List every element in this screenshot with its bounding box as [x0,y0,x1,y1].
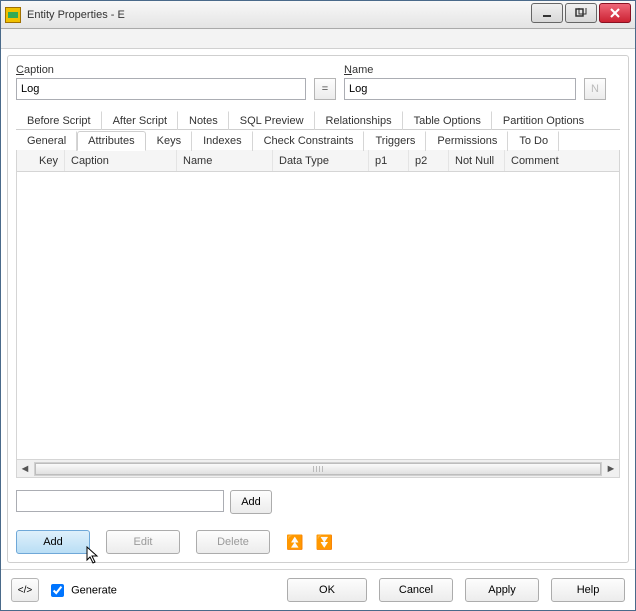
col-name[interactable]: Name [177,150,273,171]
dialog-footer: </> Generate OK Cancel Apply Help [1,569,635,610]
col-key[interactable]: Key [17,150,65,171]
tab-partition-options[interactable]: Partition Options [492,111,594,130]
caption-input[interactable] [16,78,306,100]
window-controls [531,1,635,28]
tab-keys[interactable]: Keys [146,131,192,151]
cancel-button[interactable]: Cancel [379,578,453,602]
col-p2[interactable]: p2 [409,150,449,171]
content-area: CCaption = Name N Before Script After Sc… [1,49,635,569]
tab-triggers[interactable]: Triggers [364,131,426,151]
add-button[interactable]: Add [16,530,90,554]
move-up-icon[interactable]: ⏫ [286,536,303,548]
col-p1[interactable]: p1 [369,150,409,171]
caption-name-row: CCaption = Name N [16,64,620,100]
generate-label: Generate [71,584,117,596]
close-button[interactable] [599,3,631,23]
attributes-grid[interactable] [16,172,620,460]
reorder-controls: ⏫ ⏬ [286,536,333,548]
move-down-icon[interactable]: ⏬ [315,536,332,548]
tab-todo[interactable]: To Do [508,131,559,151]
main-group: CCaption = Name N Before Script After Sc… [7,55,629,563]
generate-checkbox[interactable] [51,584,64,597]
tab-attributes[interactable]: Attributes [77,131,145,151]
tab-indexes[interactable]: Indexes [192,131,253,151]
minimize-button[interactable] [531,3,563,23]
tab-sql-preview[interactable]: SQL Preview [229,111,315,130]
ok-button[interactable]: OK [287,578,367,602]
tab-row-1: Before Script After Script Notes SQL Pre… [16,110,620,130]
maximize-button[interactable] [565,3,597,23]
delete-button[interactable]: Delete [196,530,270,554]
tab-before-script[interactable]: Before Script [16,111,102,130]
name-input[interactable] [344,78,576,100]
tabs-area: Before Script After Script Notes SQL Pre… [16,110,620,554]
name-field-group: Name [344,64,576,100]
equals-button[interactable]: = [314,78,336,100]
app-icon [5,7,21,23]
tab-notes[interactable]: Notes [178,111,229,130]
toolbar-strip [1,29,635,49]
action-buttons: Add Edit Delete ⏫ ⏬ [16,530,620,554]
col-caption[interactable]: Caption [65,150,177,171]
scroll-right-icon[interactable]: ► [603,463,619,475]
tab-check-constraints[interactable]: Check Constraints [253,131,365,151]
n-button[interactable]: N [584,78,606,100]
inline-add-row: Add [16,490,620,514]
tab-table-options[interactable]: Table Options [403,111,492,130]
name-label: Name [344,64,576,76]
tab-permissions[interactable]: Permissions [426,131,508,151]
col-notnull[interactable]: Not Null [449,150,505,171]
apply-button[interactable]: Apply [465,578,539,602]
code-icon-button[interactable]: </> [11,578,39,602]
help-button[interactable]: Help [551,578,625,602]
scroll-thumb[interactable] [35,463,601,475]
inline-add-input[interactable] [16,490,224,512]
tab-row-2: General Attributes Keys Indexes Check Co… [16,130,620,150]
generate-checkbox-label[interactable]: Generate [51,584,117,597]
window: Entity Properties - E CCaption = [0,0,636,611]
inline-add-button[interactable]: Add [230,490,272,514]
scroll-track[interactable] [34,462,602,476]
edit-button[interactable]: Edit [106,530,180,554]
col-datatype[interactable]: Data Type [273,150,369,171]
col-comment[interactable]: Comment [505,150,619,171]
window-title: Entity Properties - E [27,9,531,21]
tab-general[interactable]: General [16,131,77,151]
horizontal-scrollbar[interactable]: ◄ ► [16,460,620,478]
tab-after-script[interactable]: After Script [102,111,178,130]
attributes-columns: Key Caption Name Data Type p1 p2 Not Nul… [16,150,620,172]
titlebar[interactable]: Entity Properties - E [1,1,635,29]
caption-label: CCaption [16,64,306,76]
tab-relationships[interactable]: Relationships [315,111,403,130]
scroll-left-icon[interactable]: ◄ [17,463,33,475]
caption-field-group: CCaption [16,64,306,100]
